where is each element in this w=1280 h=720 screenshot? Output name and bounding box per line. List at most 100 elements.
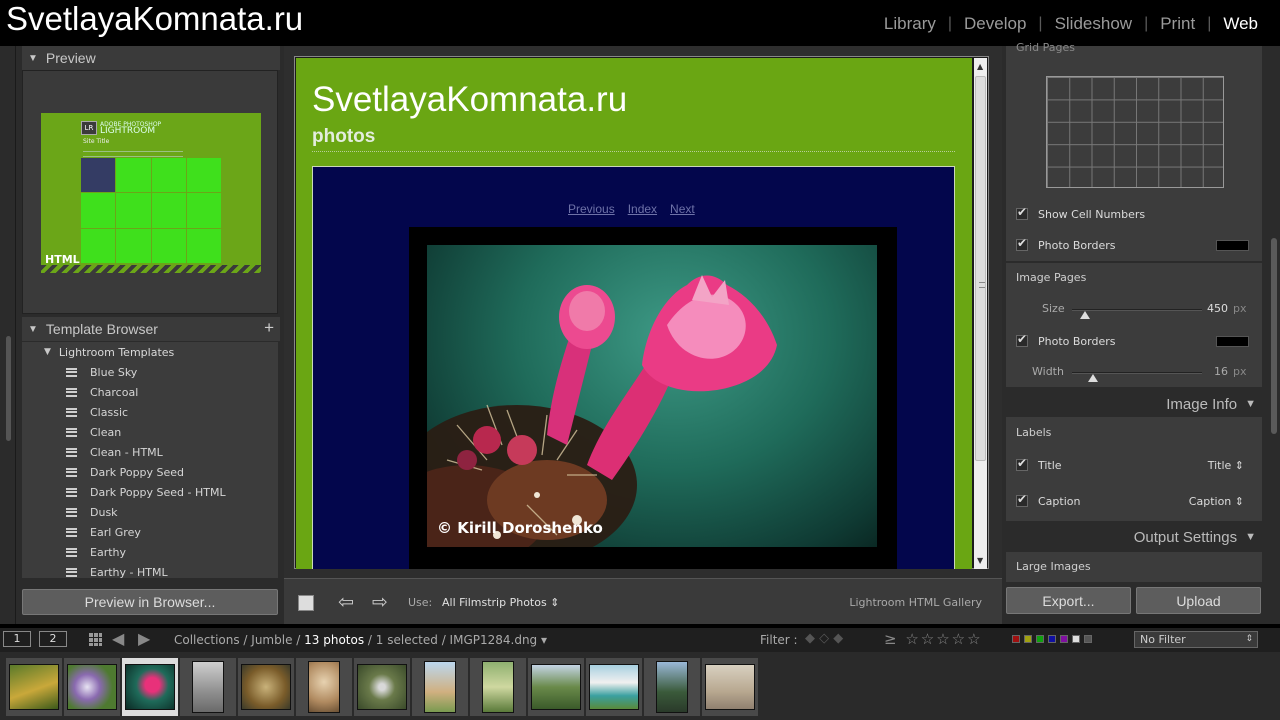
module-library[interactable]: Library — [884, 14, 936, 34]
flag-filter-icons[interactable]: ◆ ◇ ◆ — [805, 631, 865, 647]
thumb-cell — [151, 228, 186, 263]
grid-photo-borders-row[interactable]: Photo Borders — [1016, 236, 1115, 253]
filmstrip-thumb[interactable] — [528, 658, 584, 716]
grid-border-color-swatch[interactable] — [1216, 240, 1249, 251]
width-value[interactable]: 16 — [1206, 365, 1228, 378]
filter-preset-select[interactable]: No Filter ⇕ — [1134, 631, 1258, 648]
filmstrip-thumb[interactable] — [470, 658, 526, 716]
title-popup[interactable]: Title ⇕ — [1208, 459, 1244, 472]
primary-monitor-button[interactable]: 1 — [3, 631, 31, 647]
star-rating-filter[interactable]: ≥ ☆☆☆☆☆ — [884, 630, 983, 648]
width-slider-knob[interactable] — [1087, 374, 1098, 382]
size-value[interactable]: 450 — [1206, 302, 1228, 315]
filmstrip-thumb[interactable] — [64, 658, 120, 716]
left-scrollbar[interactable] — [6, 336, 11, 441]
template-item[interactable]: Earthy — [22, 542, 278, 562]
gallery-preview-frame: SvetlayaKomnata.ru photos Previous Index… — [294, 56, 989, 569]
template-item[interactable]: Dark Poppy Seed — [22, 462, 278, 482]
module-web[interactable]: Web — [1223, 14, 1258, 34]
forward-arrow-icon[interactable]: ▶ — [138, 629, 150, 648]
module-print[interactable]: Print — [1160, 14, 1195, 34]
template-item[interactable]: Clean - HTML — [22, 442, 278, 462]
template-icon — [66, 367, 77, 377]
scroll-thumb[interactable] — [975, 76, 986, 461]
template-item[interactable]: Earthy - HTML — [22, 562, 278, 578]
filmstrip-source[interactable]: Collections / Jumble / 13 photos / 1 sel… — [174, 633, 547, 647]
site-title[interactable]: SvetlayaKomnata.ru — [312, 80, 627, 120]
template-item[interactable]: Dark Poppy Seed - HTML — [22, 482, 278, 502]
template-preview: LR ADOBE PHOTOSHOP LIGHTROOM Site Title … — [22, 70, 278, 314]
grid-layout-picker[interactable] — [1046, 76, 1224, 188]
template-item[interactable]: Classic — [22, 402, 278, 422]
purple-label-icon[interactable] — [1060, 635, 1068, 643]
back-arrow-icon[interactable]: ◀ — [112, 629, 124, 648]
filmstrip-thumb[interactable] — [238, 658, 294, 716]
checkbox-checked-icon[interactable] — [1016, 332, 1028, 347]
template-folder[interactable]: ▼ Lightroom Templates — [22, 342, 278, 362]
index-link[interactable]: Index — [628, 202, 657, 216]
checkbox-checked-icon[interactable] — [1016, 205, 1028, 220]
template-item[interactable]: Clean — [22, 422, 278, 442]
image-border-color-swatch[interactable] — [1216, 336, 1249, 347]
module-slideshow[interactable]: Slideshow — [1055, 14, 1133, 34]
next-arrow-icon[interactable]: ⇨ — [372, 591, 388, 613]
green-label-icon[interactable] — [1036, 635, 1044, 643]
color-label-filter[interactable] — [1012, 635, 1092, 643]
filmstrip-thumb[interactable] — [180, 658, 236, 716]
template-browser-header[interactable]: ▼ Template Browser + — [22, 317, 280, 341]
image-pages-section: Image Pages Size 450 px Photo Borders Wi… — [1006, 263, 1262, 387]
stop-icon[interactable] — [298, 595, 314, 611]
gray-label-icon[interactable] — [1084, 635, 1092, 643]
show-cell-numbers-row[interactable]: Show Cell Numbers — [1016, 205, 1145, 222]
filmstrip-thumb[interactable] — [702, 658, 758, 716]
checkbox-checked-icon[interactable] — [1016, 492, 1028, 507]
blue-label-icon[interactable] — [1048, 635, 1056, 643]
left-panel-edge[interactable] — [0, 46, 16, 624]
image-photo-borders-row[interactable]: Photo Borders — [1016, 332, 1115, 349]
preview-in-browser-button[interactable]: Preview in Browser... — [22, 589, 278, 615]
template-item[interactable]: Earl Grey — [22, 522, 278, 542]
filmstrip-thumb[interactable] — [296, 658, 352, 716]
template-icon — [66, 487, 77, 497]
filmstrip-thumb[interactable] — [412, 658, 468, 716]
filmstrip-thumb[interactable] — [644, 658, 700, 716]
caption-popup[interactable]: Caption ⇕ — [1189, 495, 1244, 508]
filmstrip-thumb-selected[interactable] — [122, 658, 178, 716]
preview-panel-header[interactable]: ▼ Preview — [22, 46, 280, 70]
checkbox-checked-icon[interactable] — [1016, 456, 1028, 471]
upload-button[interactable]: Upload — [1136, 587, 1261, 614]
secondary-monitor-button[interactable]: 2 — [39, 631, 67, 647]
yellow-label-icon[interactable] — [1024, 635, 1032, 643]
export-button[interactable]: Export... — [1006, 587, 1131, 614]
template-item[interactable]: Charcoal — [22, 382, 278, 402]
module-develop[interactable]: Develop — [964, 14, 1026, 34]
previous-arrow-icon[interactable]: ⇦ — [338, 591, 354, 613]
scroll-up-icon[interactable]: ▲ — [977, 62, 983, 71]
size-slider-track[interactable] — [1072, 309, 1202, 319]
site-subtitle[interactable]: photos — [312, 126, 375, 148]
template-item[interactable]: Dusk — [22, 502, 278, 522]
filmstrip-thumb[interactable] — [586, 658, 642, 716]
preview-scrollbar[interactable]: ▲ ▼ — [974, 58, 987, 569]
width-slider-track[interactable] — [1072, 372, 1202, 382]
web-preview-area: SvetlayaKomnata.ru photos Previous Index… — [284, 46, 1002, 624]
previous-link[interactable]: Previous — [568, 202, 615, 216]
caption-row[interactable]: Caption — [1016, 492, 1080, 509]
use-selector[interactable]: All Filmstrip Photos ⇕ — [442, 596, 559, 609]
image-info-header[interactable]: Image Info ▼ — [1006, 391, 1262, 417]
grid-view-icon[interactable] — [88, 632, 102, 646]
checkbox-checked-icon[interactable] — [1016, 236, 1028, 251]
red-label-icon[interactable] — [1012, 635, 1020, 643]
scroll-down-icon[interactable]: ▼ — [977, 556, 983, 565]
template-thumbnail: LR ADOBE PHOTOSHOP LIGHTROOM Site Title … — [41, 113, 261, 273]
white-label-icon[interactable] — [1072, 635, 1080, 643]
add-template-icon[interactable]: + — [264, 318, 274, 338]
template-item[interactable]: Blue Sky — [22, 362, 278, 382]
size-slider-knob[interactable] — [1080, 311, 1090, 319]
title-row[interactable]: Title — [1016, 456, 1062, 473]
next-link[interactable]: Next — [670, 202, 695, 216]
output-settings-header[interactable]: Output Settings ▼ — [1006, 524, 1262, 550]
right-scrollbar[interactable] — [1271, 238, 1277, 434]
filmstrip-thumb[interactable] — [354, 658, 410, 716]
filmstrip-thumb[interactable] — [6, 658, 62, 716]
